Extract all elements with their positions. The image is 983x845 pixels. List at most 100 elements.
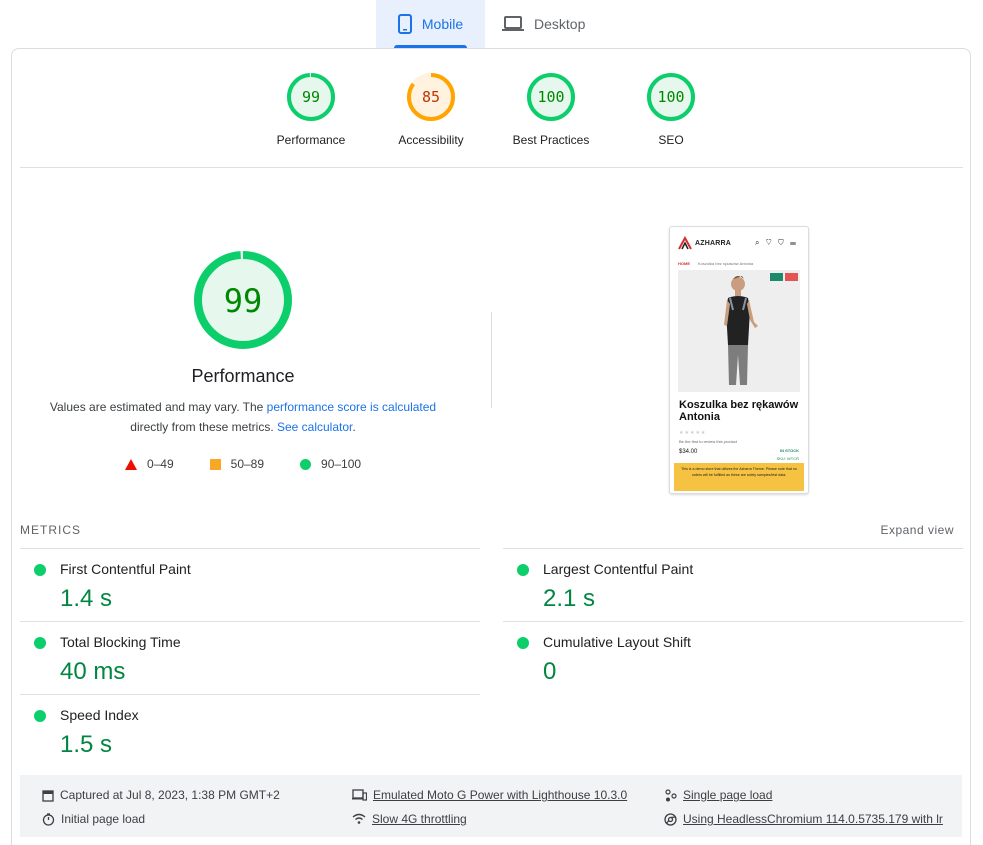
product-price: $34.00	[679, 449, 698, 455]
metric-value: 1.5 s	[60, 731, 113, 758]
metric-lcp: Largest Contentful Paint 2.1 s	[503, 548, 963, 621]
page-screenshot[interactable]: AZHARRA ⌕ ♡ ⛉ ☰ HOME Koszulka bez rękawów…	[669, 226, 809, 494]
runtime-settings: Captured at Jul 8, 2023, 1:38 PM GMT+2 I…	[20, 775, 962, 837]
browser-link[interactable]: Using HeadlessChromium 114.0.5735.179 wi…	[683, 812, 943, 826]
calendar-icon	[42, 789, 54, 802]
site-breadcrumb: HOME Koszulka bez rękawów Antonia	[678, 261, 753, 266]
desc-text: directly from these metrics.	[130, 420, 277, 434]
gauge-ring: 100	[527, 73, 575, 121]
metric-name: Cumulative Layout Shift	[543, 634, 691, 650]
performance-score: 99	[224, 282, 263, 320]
metric-tbt: Total Blocking Time 40 ms	[20, 621, 480, 694]
throttling-link[interactable]: Slow 4G throttling	[372, 812, 467, 826]
metric-name: Largest Contentful Paint	[543, 561, 694, 577]
wifi-icon	[352, 813, 366, 824]
badge-new	[770, 273, 783, 281]
site-logo: AZHARRA	[678, 236, 731, 250]
review-prompt: Be the first to review this product	[679, 439, 738, 444]
product-image	[678, 270, 800, 392]
tab-desktop[interactable]: Desktop	[502, 0, 612, 48]
metrics-header: METRICS	[20, 523, 81, 537]
metric-name: Total Blocking Time	[60, 634, 181, 650]
score-calculated-link[interactable]: performance score is calculated	[267, 400, 436, 414]
gauge-performance[interactable]: 99 Performance	[251, 72, 371, 147]
legend-label: 0–49	[146, 457, 174, 471]
metric-value: 0	[543, 658, 557, 685]
gauge-ring: 85	[407, 73, 455, 121]
performance-summary: 99 Performance Values are estimated and …	[20, 250, 466, 471]
circle-icon	[300, 458, 312, 470]
tab-mobile-label: Mobile	[421, 16, 464, 32]
device-tabs: Mobile Desktop	[0, 0, 983, 48]
desc-text: .	[352, 420, 356, 434]
gauge-score: 85	[422, 88, 440, 106]
logo-text: AZHARRA	[695, 239, 732, 247]
performance-gauge: 99	[194, 251, 292, 349]
initial-load-text: Initial page load	[61, 812, 146, 826]
gauge-accessibility[interactable]: 85 Accessibility	[371, 72, 491, 147]
captured-text: Captured at Jul 8, 2023, 1:38 PM GMT+2	[60, 788, 280, 802]
metric-fcp: First Contentful Paint 1.4 s	[20, 548, 480, 621]
triangle-icon	[124, 458, 137, 470]
metric-name: Speed Index	[60, 707, 139, 723]
metric-cls: Cumulative Layout Shift 0	[503, 621, 963, 694]
gauge-score: 99	[302, 88, 320, 106]
gauge-seo[interactable]: 100 SEO	[611, 72, 731, 147]
expand-view-button[interactable]: Expand view	[880, 523, 954, 537]
emulated-device[interactable]: Emulated Moto G Power with Lighthouse 10…	[352, 788, 627, 802]
pass-circle-icon	[34, 564, 46, 576]
tab-mobile[interactable]: Mobile	[376, 0, 485, 48]
site-header-icons: ⌕ ♡ ⛉ ☰	[754, 238, 798, 247]
browser-version[interactable]: Using HeadlessChromium 114.0.5735.179 wi…	[664, 812, 943, 826]
metric-si: Speed Index 1.5 s	[20, 694, 480, 767]
product-model-illustration	[724, 276, 758, 385]
performance-description: Values are estimated and may vary. The p…	[20, 397, 466, 437]
rating-stars: ★★★★★	[679, 430, 707, 436]
tab-desktop-label: Desktop	[534, 16, 586, 32]
network-throttling[interactable]: Slow 4G throttling	[352, 812, 467, 826]
initial-page-load: Initial page load	[42, 812, 145, 826]
metric-name: First Contentful Paint	[60, 561, 191, 577]
pass-circle-icon	[517, 564, 529, 576]
gauge-label: Best Practices	[512, 133, 590, 147]
demo-notice: This is a demo store that utilizes the A…	[674, 463, 804, 491]
pass-circle-icon	[34, 637, 46, 649]
square-icon	[209, 458, 221, 470]
gauge-label: Accessibility	[398, 133, 464, 147]
pass-circle-icon	[517, 637, 529, 649]
product-sku: SKU: WTCR	[776, 456, 799, 461]
metric-value: 1.4 s	[60, 585, 113, 612]
single-page-load[interactable]: Single page load	[664, 788, 772, 802]
legend-label: 90–100	[321, 457, 362, 471]
metric-value: 40 ms	[60, 658, 126, 685]
emulated-device-link[interactable]: Emulated Moto G Power with Lighthouse 10…	[373, 788, 627, 802]
badge-sale	[785, 273, 798, 281]
divider	[491, 312, 492, 408]
smartphone-icon	[397, 14, 412, 34]
gauge-ring: 100	[647, 73, 695, 121]
laptop-icon	[502, 16, 524, 31]
legend-label: 50–89	[230, 457, 265, 471]
gauge-score: 100	[657, 88, 684, 106]
gauge-score: 100	[537, 88, 564, 106]
devices-icon	[352, 789, 367, 801]
captured-at: Captured at Jul 8, 2023, 1:38 PM GMT+2	[42, 788, 280, 802]
metric-value: 2.1 s	[543, 585, 596, 612]
gauge-ring: 99	[287, 73, 335, 121]
legend-average: 50–89	[209, 457, 265, 471]
product-title: Koszulka bez rękawów Antonia	[679, 399, 799, 423]
gauge-best-practices[interactable]: 100 Best Practices	[491, 72, 611, 147]
breadcrumb-home: HOME	[678, 261, 690, 266]
gauge-label: Performance	[276, 133, 346, 147]
pass-circle-icon	[34, 710, 46, 722]
divider	[20, 167, 963, 168]
desc-text: Values are estimated and may vary. The	[49, 400, 267, 414]
logo-mark-icon	[678, 236, 692, 250]
score-legend: 0–49 50–89 90–100	[20, 457, 466, 471]
see-calculator-link[interactable]: See calculator	[277, 420, 352, 434]
breadcrumb-item: Koszulka bez rękawów Antonia	[698, 261, 754, 266]
session-icon	[665, 788, 677, 801]
single-page-link[interactable]: Single page load	[683, 788, 772, 802]
legend-pass: 90–100	[300, 457, 361, 471]
gauge-label: SEO	[658, 133, 684, 147]
